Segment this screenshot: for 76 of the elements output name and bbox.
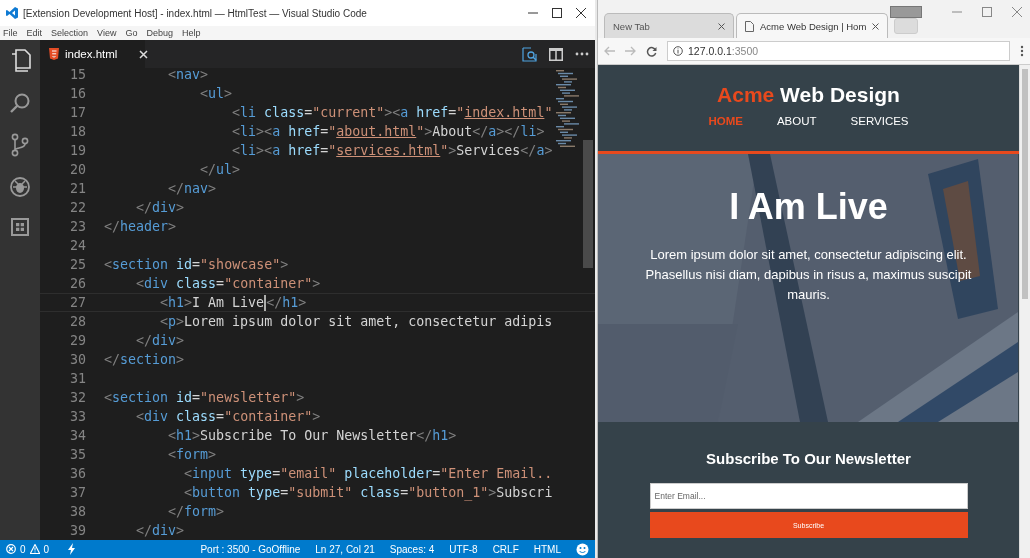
hero-text: Lorem ipsum dolor sit amet, consectetur adipiscing elit. Phasellus nisi diam, dapibus in risus a, maximus suscipit mauris. bbox=[644, 246, 973, 304]
menu-item[interactable]: View bbox=[97, 28, 117, 38]
line-number: 19 bbox=[69, 142, 86, 160]
code-line: <div class="container"> bbox=[135, 275, 322, 293]
hero-title: I Am Live bbox=[729, 186, 888, 228]
line-number: 29 bbox=[69, 332, 86, 350]
code-line: </nav> bbox=[167, 180, 218, 198]
code-line: </form> bbox=[167, 503, 226, 521]
status-item[interactable]: Port : 3500 - GoOffline bbox=[200, 543, 301, 555]
browser-tab[interactable]: New Tab bbox=[604, 13, 734, 38]
line-number: 32 bbox=[69, 389, 86, 407]
menu-item[interactable]: Go bbox=[125, 28, 138, 38]
line-number: 20 bbox=[69, 161, 86, 179]
code-line: <h1>I Am Live</h1> bbox=[159, 294, 308, 311]
error-count: 0 bbox=[20, 543, 26, 555]
code-line: <li><a href="services.html">Services</a> bbox=[231, 142, 554, 160]
line-number: 36 bbox=[69, 465, 86, 483]
code-line: </div> bbox=[135, 199, 186, 217]
status-item[interactable]: Ln 27, Col 21 bbox=[315, 543, 375, 555]
status-item[interactable]: HTML bbox=[533, 543, 561, 555]
menu-item[interactable]: File bbox=[3, 28, 18, 38]
email-field[interactable]: Enter Email... bbox=[649, 483, 968, 509]
code-line: <h1>Subscribe To Our Newsletter</h1> bbox=[167, 427, 458, 445]
menu-item[interactable]: Help bbox=[181, 28, 201, 38]
status-item[interactable]: Spaces: 4 bbox=[389, 543, 435, 555]
code-line: <li><a href="about.html">About</a></li> bbox=[231, 123, 546, 141]
code-line: <ul> bbox=[199, 85, 234, 103]
line-number: 38 bbox=[69, 503, 86, 521]
code-line: <button type="submit" class="button_1">Subscri bbox=[183, 484, 554, 502]
line-number: 27 bbox=[69, 294, 86, 311]
status-item[interactable]: CRLF bbox=[492, 543, 519, 555]
code-line: <form> bbox=[167, 446, 218, 464]
line-number: 15 bbox=[69, 68, 86, 84]
code-line: <section id="showcase"> bbox=[104, 256, 290, 274]
line-number: 31 bbox=[69, 370, 86, 388]
line-number: 24 bbox=[69, 237, 86, 255]
code-line: <section id="newsletter"> bbox=[104, 389, 306, 407]
status-item[interactable]: UTF-8 bbox=[449, 543, 478, 555]
line-number: 18 bbox=[69, 123, 86, 141]
address-bar[interactable]: 127.0.0.1:3500 bbox=[667, 41, 1010, 61]
line-number: 30 bbox=[69, 351, 86, 369]
line-number: 21 bbox=[69, 180, 86, 198]
window-title: [Extension Development Host] - index.html — HtmlTest — Visual Studio Code bbox=[23, 7, 368, 19]
menu-item[interactable]: Selection bbox=[51, 28, 89, 38]
url-text: 127.0.0.1:3500 bbox=[688, 45, 759, 57]
nav-link[interactable]: SERVICES bbox=[850, 115, 909, 127]
line-number: 16 bbox=[69, 85, 86, 103]
nav-link[interactable]: ABOUT bbox=[776, 115, 817, 127]
code-line: </div> bbox=[135, 332, 186, 350]
site-title: Acme Web Design bbox=[717, 83, 900, 107]
code-line: <nav> bbox=[167, 68, 210, 84]
code-line: <li class="current"><a href="index.html" bbox=[231, 104, 554, 122]
line-number: 39 bbox=[69, 522, 86, 540]
line-number: 34 bbox=[69, 427, 86, 445]
code-line: </div> bbox=[135, 522, 186, 540]
line-number: 25 bbox=[69, 256, 86, 274]
line-number: 26 bbox=[69, 275, 86, 293]
code-line: </header> bbox=[104, 218, 178, 236]
line-number: 17 bbox=[69, 104, 86, 122]
line-number: 23 bbox=[69, 218, 86, 236]
menu-item[interactable]: Debug bbox=[146, 28, 173, 38]
code-line: </section> bbox=[104, 351, 186, 369]
code-line: <div class="container"> bbox=[135, 408, 322, 426]
line-number: 28 bbox=[69, 313, 86, 331]
line-number: 35 bbox=[69, 446, 86, 464]
code-line: </ul> bbox=[199, 161, 242, 179]
editor-tab[interactable]: index.html bbox=[40, 40, 146, 68]
line-number: 22 bbox=[69, 199, 86, 217]
warning-count: 0 bbox=[43, 543, 50, 555]
newsletter-title: Subscribe To Our Newsletter bbox=[706, 450, 911, 467]
code-line: <p>Lorem ipsum dolor sit amet, consectetur adipis bbox=[159, 313, 554, 331]
line-number: 37 bbox=[69, 484, 86, 502]
code-line: <input type="email" placeholder="Enter Email.. bbox=[183, 465, 554, 483]
menu-item[interactable]: Edit bbox=[26, 28, 43, 38]
line-number: 33 bbox=[69, 408, 86, 426]
browser-tab[interactable]: Acme Web Design | Hom bbox=[736, 13, 889, 38]
